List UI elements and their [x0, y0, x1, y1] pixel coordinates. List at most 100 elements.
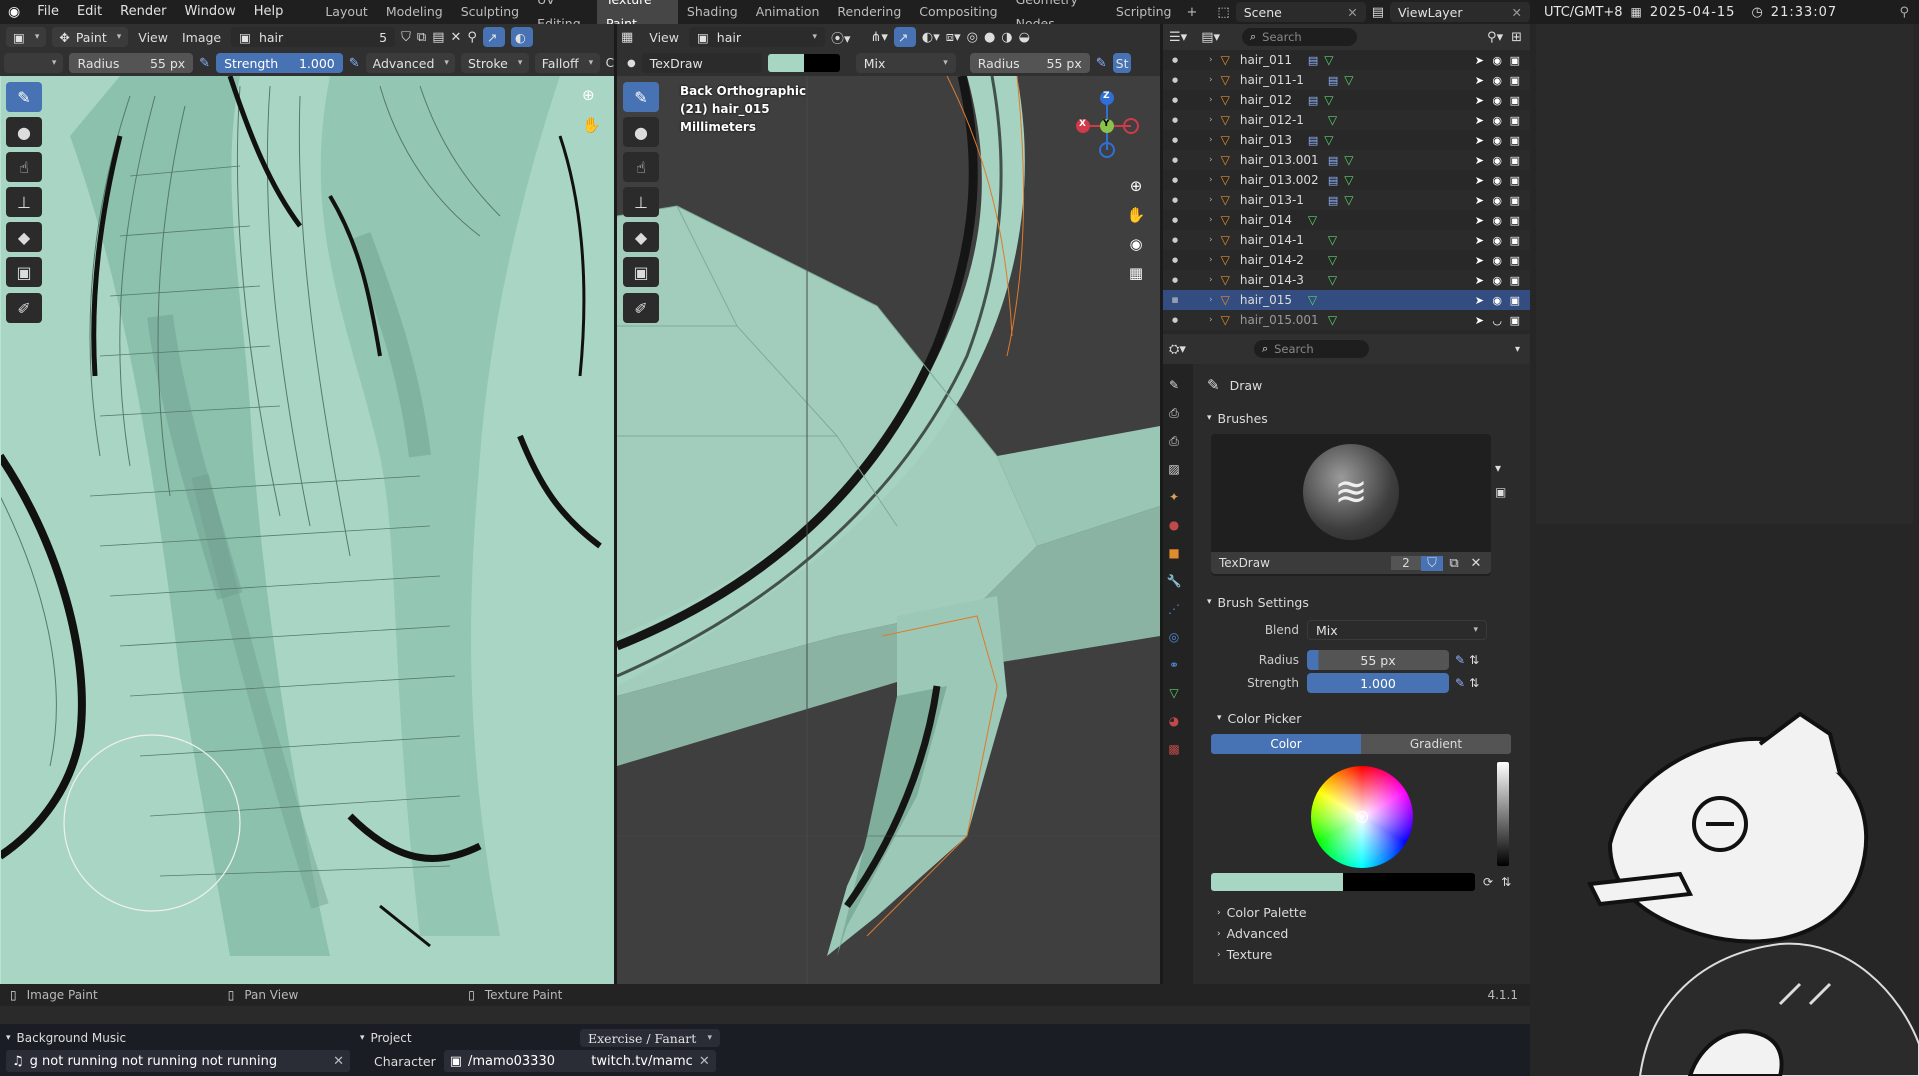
- camera-icon[interactable]: ▣: [1510, 194, 1520, 207]
- viewport-brush-selector[interactable]: TexDraw: [641, 53, 762, 73]
- camera-icon[interactable]: ▣: [1510, 174, 1520, 187]
- material-tab-icon[interactable]: ◕: [1163, 710, 1185, 732]
- pivot-icon[interactable]: ⦿▾: [831, 28, 851, 47]
- select-arrow-icon[interactable]: ➤: [1475, 154, 1484, 167]
- eye-icon[interactable]: ◡: [1492, 314, 1502, 327]
- render-tab-icon[interactable]: ⎙: [1163, 402, 1185, 424]
- outliner-row[interactable]: ● › ▽ hair_013-1 ▤ ▽ ➤ ◉ ▣: [1163, 190, 1530, 210]
- data-tab-icon[interactable]: ▽: [1163, 682, 1185, 704]
- workspace-tab-scripting[interactable]: Scripting: [1107, 0, 1181, 24]
- grid-icon[interactable]: ▦: [1125, 259, 1147, 288]
- select-arrow-icon[interactable]: ➤: [1475, 134, 1484, 147]
- xray-icon[interactable]: ⧈▾: [946, 30, 961, 45]
- eye-icon[interactable]: ◉: [1492, 194, 1502, 207]
- scene-icon[interactable]: ⬚: [1217, 5, 1229, 20]
- workspace-tab-rendering[interactable]: Rendering: [828, 0, 910, 24]
- display-mode-icon[interactable]: ▤▾: [1201, 30, 1220, 45]
- close-icon[interactable]: ✕: [699, 1054, 710, 1069]
- collapse-icon[interactable]: ▾: [360, 1033, 365, 1043]
- hand-icon[interactable]: ✋: [1125, 201, 1147, 230]
- workspace-tab-animation[interactable]: Animation: [747, 0, 829, 24]
- material-shading-icon[interactable]: ◑: [1001, 30, 1012, 45]
- close-icon[interactable]: ✕: [450, 30, 461, 45]
- outliner-row[interactable]: ● › ▽ hair_013 ▤ ▽ ➤ ◉ ▣: [1163, 130, 1530, 150]
- strength-field[interactable]: Strength 1.000: [216, 53, 343, 73]
- editor-type-icon[interactable]: ▦: [621, 30, 633, 45]
- texture-tab-icon[interactable]: ▩: [1163, 738, 1185, 760]
- pressure-icon[interactable]: ✎: [349, 56, 360, 71]
- unified-icon[interactable]: ⇅: [1469, 676, 1479, 690]
- mask-tool-icon[interactable]: ▣: [6, 257, 42, 287]
- outliner-type-icon[interactable]: ☰▾: [1169, 30, 1187, 45]
- select-arrow-icon[interactable]: ➤: [1475, 174, 1484, 187]
- select-arrow-icon[interactable]: ➤: [1475, 254, 1484, 267]
- select-arrow-icon[interactable]: ➤: [1475, 234, 1484, 247]
- modifier-tab-icon[interactable]: 🔧: [1163, 570, 1185, 592]
- panel-color-palette[interactable]: › Color Palette: [1197, 902, 1530, 923]
- fill-tool-icon[interactable]: ◆: [623, 222, 659, 252]
- fill-tool-icon[interactable]: ◆: [6, 222, 42, 252]
- eye-icon[interactable]: ◉: [1492, 94, 1502, 107]
- camera-icon[interactable]: ▣: [1510, 314, 1520, 327]
- camera-icon[interactable]: ▣: [1510, 274, 1520, 287]
- visibility-dot-icon[interactable]: ●: [1163, 176, 1187, 184]
- fake-user-icon[interactable]: ⛉: [1421, 555, 1443, 571]
- view-layer-tab-icon[interactable]: ▨: [1163, 458, 1185, 480]
- open-image-icon[interactable]: ▤: [432, 30, 444, 45]
- close-icon[interactable]: ✕: [1465, 556, 1487, 571]
- expand-arrow-icon[interactable]: ›: [1209, 135, 1213, 145]
- visibility-dot-icon[interactable]: ●: [1163, 196, 1187, 204]
- unified-icon[interactable]: ⇅: [1501, 875, 1511, 889]
- annotate-tool-icon[interactable]: ✐: [6, 293, 42, 323]
- camera-icon[interactable]: ▣: [1510, 154, 1520, 167]
- eye-icon[interactable]: ◉: [1492, 174, 1502, 187]
- eye-icon[interactable]: ◉: [1492, 294, 1502, 307]
- primary-color-swatch[interactable]: [767, 54, 804, 72]
- chevron-down-icon[interactable]: ▾: [1495, 456, 1506, 480]
- select-arrow-icon[interactable]: ➤: [1475, 74, 1484, 87]
- visibility-dot-icon[interactable]: ●: [1163, 116, 1187, 124]
- visibility-dot-icon[interactable]: ●: [1163, 236, 1187, 244]
- viewport-view-menu[interactable]: View: [639, 30, 683, 45]
- brush-selector[interactable]: ▾: [4, 53, 64, 73]
- object-tab-icon[interactable]: ■: [1163, 542, 1185, 564]
- expand-arrow-icon[interactable]: ›: [1209, 55, 1213, 65]
- expand-arrow-icon[interactable]: ›: [1209, 115, 1213, 125]
- overlay-icon[interactable]: ◐▾: [922, 30, 940, 45]
- navigation-gizmo[interactable]: Z X Y: [1063, 82, 1143, 162]
- eye-icon[interactable]: ◉: [1492, 134, 1502, 147]
- brush-name-field[interactable]: TexDraw: [1211, 556, 1391, 570]
- camera-icon[interactable]: ▣: [1510, 294, 1520, 307]
- primary-color-swatch[interactable]: [1211, 873, 1343, 891]
- panel-advanced[interactable]: › Advanced: [1197, 923, 1530, 944]
- swap-colors-icon[interactable]: ⟳: [1483, 875, 1493, 889]
- image-editor-canvas[interactable]: ✎ ● ☝ ⊥ ◆ ▣ ✐ ⊕ ✋: [0, 76, 614, 984]
- twitch-link[interactable]: twitch.tv/mamc: [591, 1054, 693, 1069]
- visibility-dot-icon[interactable]: ●: [1163, 216, 1187, 224]
- workspace-tab-layout[interactable]: Layout: [316, 0, 377, 24]
- outliner-row[interactable]: ● › ▽ hair_013.002 ▤ ▽ ➤ ◉ ▣: [1163, 170, 1530, 190]
- camera-icon[interactable]: ▣: [1510, 74, 1520, 87]
- outliner-row[interactable]: ● › ▽ hair_015.001 ▽ ➤ ◡ ▣: [1163, 310, 1530, 330]
- gradient-tab[interactable]: Gradient: [1361, 734, 1511, 754]
- camera-icon[interactable]: ◉: [1125, 230, 1147, 259]
- constraints-tab-icon[interactable]: ⚭: [1163, 654, 1185, 676]
- outliner-row[interactable]: ● › ▽ hair_014 ▽ ➤ ◉ ▣: [1163, 210, 1530, 230]
- eye-icon[interactable]: ◉: [1492, 74, 1502, 87]
- snap-icon[interactable]: ⋔▾: [871, 30, 888, 45]
- select-arrow-icon[interactable]: ➤: [1475, 314, 1484, 327]
- workspace-tab-compositing[interactable]: Compositing: [910, 0, 1006, 24]
- camera-icon[interactable]: ▣: [1510, 94, 1520, 107]
- smear-tool-icon[interactable]: ☝: [6, 152, 42, 182]
- workspace-tab-modeling[interactable]: Modeling: [377, 0, 452, 24]
- brush-image-icon[interactable]: ▣: [1495, 480, 1506, 504]
- visibility-dot-icon[interactable]: ▦: [1163, 296, 1187, 304]
- brushes-panel-header[interactable]: ▾ Brushes: [1197, 406, 1530, 430]
- particles-tab-icon[interactable]: ⋰: [1163, 598, 1185, 620]
- viewport-blend-dropdown[interactable]: Mix ▾: [855, 53, 956, 73]
- shield-icon[interactable]: ⛉: [401, 30, 411, 45]
- expand-arrow-icon[interactable]: ›: [1209, 215, 1213, 225]
- menu-file[interactable]: File: [28, 0, 68, 24]
- editor-type-button[interactable]: ▣ ▾: [6, 27, 47, 47]
- 3d-viewport[interactable]: ✎ ● ☝ ⊥ ◆ ▣ ✐ Back Orthographic (21) hai…: [617, 76, 1160, 984]
